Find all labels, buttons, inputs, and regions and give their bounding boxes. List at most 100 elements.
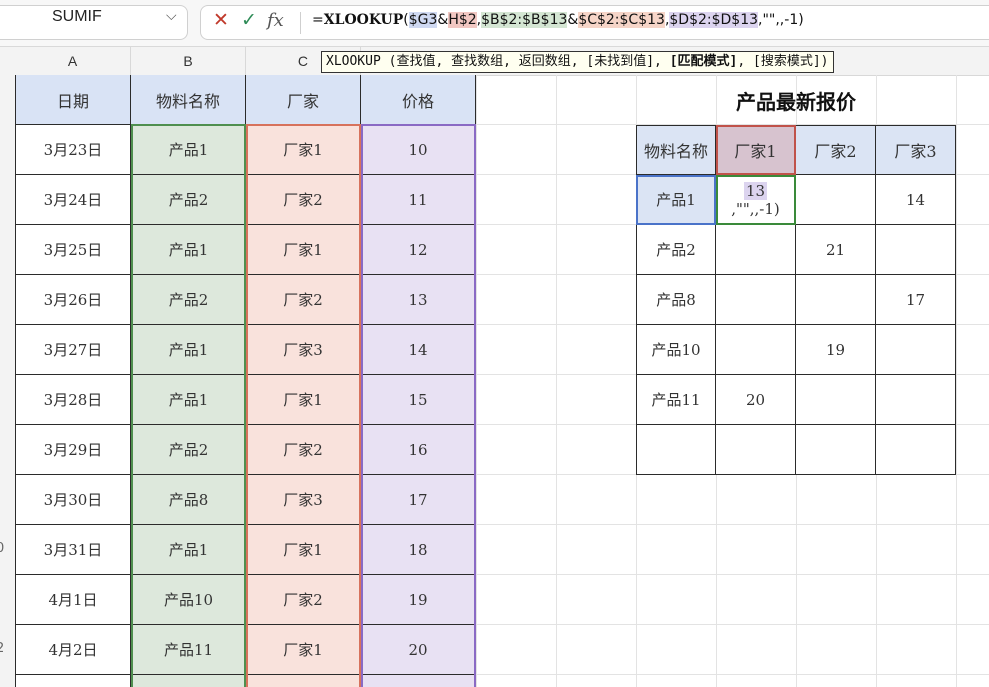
vendor-cell[interactable]: 厂家2 [246,275,361,325]
summary-price-cell[interactable]: 19 [796,325,876,375]
header-cell[interactable]: 厂家 [246,75,361,125]
header-cell[interactable]: 日期 [15,75,131,125]
price-cell[interactable]: 20 [361,625,476,675]
summary-price-cell[interactable] [876,225,956,275]
summary-material-cell[interactable]: 产品11 [636,375,716,425]
formula-ref: $C$2:$C$13 [578,12,665,28]
insert-function-icon[interactable]: fx [267,10,284,31]
table-cell[interactable] [361,675,476,687]
price-cell[interactable]: 11 [361,175,476,225]
vendor-cell[interactable]: 厂家3 [246,325,361,375]
table-cell[interactable] [15,675,131,687]
chevron-down-icon[interactable]: ⌵ [166,8,177,24]
vendor-cell[interactable]: 厂家2 [246,425,361,475]
function-tooltip: XLOOKUP (查找值, 查找数组, 返回数组, [未找到值], [匹配模式]… [321,51,834,73]
formula-text[interactable]: =XLOOKUP($G3&H$2,$B$2:$B$13&$C$2:$C$13,$… [312,12,804,28]
summary-material-cell[interactable]: 产品8 [636,275,716,325]
name-box-value[interactable]: SUMIF [52,8,102,26]
material-cell[interactable]: 产品1 [131,325,246,375]
material-cell[interactable]: 产品1 [131,125,246,175]
summary-price-cell[interactable] [716,325,796,375]
date-cell[interactable]: 3月23日 [15,125,131,175]
vendor-cell[interactable]: 厂家2 [246,175,361,225]
price-cell[interactable]: 16 [361,425,476,475]
summary-header-cell[interactable]: 物料名称 [636,125,716,175]
summary-header-cell[interactable]: 厂家3 [876,125,956,175]
price-cell[interactable]: 10 [361,125,476,175]
price-cell[interactable]: 17 [361,475,476,525]
column-header-b[interactable]: B [131,47,246,75]
price-cell[interactable]: 15 [361,375,476,425]
price-cell[interactable]: 19 [361,575,476,625]
material-cell[interactable]: 产品1 [131,225,246,275]
grid-line [956,75,957,687]
price-cell[interactable]: 14 [361,325,476,375]
row-number[interactable]: 0 [0,541,4,556]
summary-price-cell[interactable] [796,375,876,425]
price-cell[interactable]: 18 [361,525,476,575]
summary-price-cell[interactable] [876,375,956,425]
date-cell[interactable]: 3月24日 [15,175,131,225]
vendor-cell[interactable]: 厂家2 [246,575,361,625]
vendor-cell[interactable]: 厂家1 [246,525,361,575]
summary-price-cell[interactable] [876,425,956,475]
header-cell[interactable]: 价格 [361,75,476,125]
summary-material-cell[interactable]: 产品1 [636,175,716,225]
formula-part: ,"",,-1) [758,12,804,28]
formula-ref: $B$2:$B$13 [481,12,568,28]
table-cell[interactable] [131,675,246,687]
column-header-a[interactable]: A [15,47,131,75]
date-cell[interactable]: 3月28日 [15,375,131,425]
formula-ref: $G3 [408,12,438,28]
material-cell[interactable]: 产品8 [131,475,246,525]
summary-header-cell[interactable]: 厂家2 [796,125,876,175]
vendor-cell[interactable]: 厂家1 [246,225,361,275]
material-cell[interactable]: 产品2 [131,425,246,475]
summary-price-cell[interactable] [796,175,876,225]
summary-material-cell[interactable]: 产品10 [636,325,716,375]
active-edit-cell[interactable]: 13 ,"",,-1) [716,175,796,225]
date-cell[interactable]: 4月2日 [15,625,131,675]
summary-price-cell[interactable]: 20 [716,375,796,425]
date-cell[interactable]: 3月31日 [15,525,131,575]
date-cell[interactable]: 3月26日 [15,275,131,325]
cancel-icon[interactable]: ✕ [213,9,229,31]
summary-price-cell[interactable] [796,425,876,475]
vendor-cell[interactable]: 厂家1 [246,125,361,175]
material-cell[interactable]: 产品10 [131,575,246,625]
summary-price-cell[interactable] [876,325,956,375]
summary-price-cell[interactable]: 14 [876,175,956,225]
date-cell[interactable]: 3月25日 [15,225,131,275]
table-cell[interactable] [246,675,361,687]
material-cell[interactable]: 产品2 [131,275,246,325]
vendor-cell[interactable]: 厂家1 [246,625,361,675]
summary-price-cell[interactable] [716,425,796,475]
header-cell[interactable]: 物料名称 [131,75,246,125]
confirm-icon[interactable]: ✓ [241,9,257,31]
formula-part: = [312,12,324,28]
formula-function-name: XLOOKUP [323,12,404,28]
summary-price-cell[interactable] [796,275,876,325]
summary-price-cell[interactable] [716,225,796,275]
summary-price-cell[interactable]: 17 [876,275,956,325]
price-cell[interactable]: 13 [361,275,476,325]
vendor-cell[interactable]: 厂家1 [246,375,361,425]
summary-price-cell[interactable]: 21 [796,225,876,275]
row-number[interactable]: 2 [0,641,4,656]
material-cell[interactable]: 产品2 [131,175,246,225]
material-cell[interactable]: 产品1 [131,375,246,425]
date-cell[interactable]: 4月1日 [15,575,131,625]
material-cell[interactable]: 产品11 [131,625,246,675]
vendor-cell[interactable]: 厂家3 [246,475,361,525]
date-cell[interactable]: 3月30日 [15,475,131,525]
summary-material-cell[interactable] [636,425,716,475]
date-cell[interactable]: 3月27日 [15,325,131,375]
date-cell[interactable]: 3月29日 [15,425,131,475]
summary-material-cell[interactable]: 产品2 [636,225,716,275]
summary-price-cell[interactable] [716,275,796,325]
tooltip-signature-end: , [搜索模式]) [737,54,829,69]
material-cell[interactable]: 产品1 [131,525,246,575]
summary-header-cell[interactable]: 厂家1 [716,125,796,175]
edit-cell-formula-tail: ,"",,-1) [731,199,780,218]
price-cell[interactable]: 12 [361,225,476,275]
